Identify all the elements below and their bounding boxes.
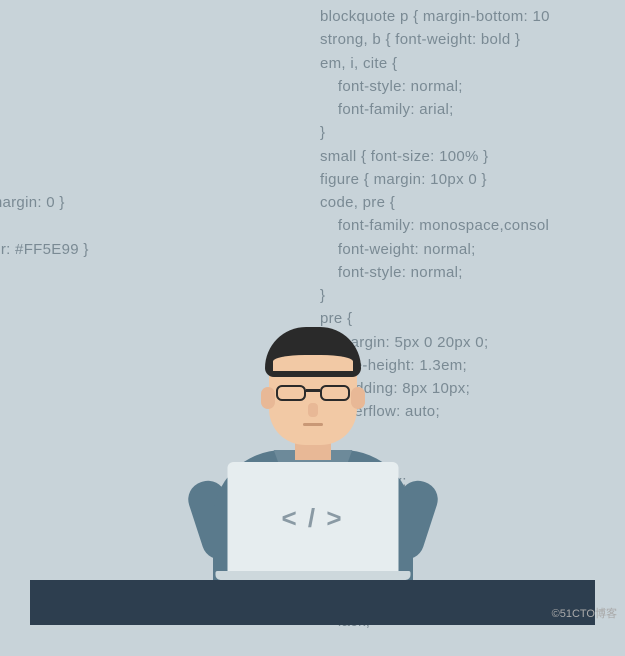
desk (30, 580, 595, 625)
lens-right (320, 385, 350, 401)
mouth (303, 423, 323, 426)
lens-left (276, 385, 306, 401)
laptop: < / > (215, 462, 410, 580)
laptop-base (215, 571, 410, 580)
glasses-icon (276, 385, 350, 403)
nose (308, 403, 318, 417)
glasses-bridge (306, 389, 320, 392)
ear-left (261, 387, 275, 409)
hair (265, 327, 361, 377)
watermark: ©51CTO博客 (552, 605, 617, 621)
ear-right (351, 387, 365, 409)
code-icon: < / > (281, 503, 343, 534)
head (269, 335, 357, 445)
laptop-screen: < / > (227, 462, 398, 574)
